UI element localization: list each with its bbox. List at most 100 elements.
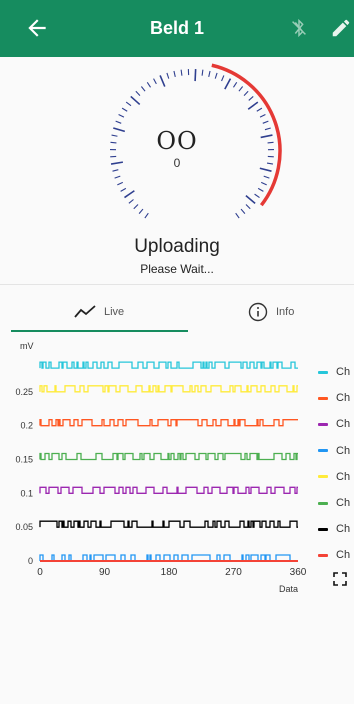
bluetooth-disabled-icon[interactable]: [288, 17, 310, 39]
gauge-tick: [146, 81, 152, 88]
gauge-tick: [263, 175, 270, 179]
y-tick-label: 0.25: [15, 387, 33, 397]
gauge-tick: [130, 95, 141, 106]
gauge-tick: [166, 72, 170, 79]
legend-swatch: [318, 553, 328, 557]
x-tick-label: 180: [161, 567, 178, 578]
gauge-sub-value: 0: [173, 156, 181, 170]
x-tick-label: 360: [290, 567, 307, 578]
gauge-tick: [259, 113, 266, 118]
y-tick-label: 0.15: [15, 455, 33, 465]
legend-item: Ch: [318, 418, 350, 430]
legend-item: Ch: [318, 392, 350, 404]
x-tick-label: 0: [37, 567, 43, 578]
x-axis-title: Data: [279, 584, 298, 594]
legend-label: Ch: [336, 470, 351, 483]
legend-item: Ch: [318, 549, 350, 561]
gauge-tick: [224, 78, 232, 90]
gauge-tick: [138, 208, 144, 215]
series-line: [39, 385, 298, 393]
legend-swatch: [318, 527, 328, 531]
gauge-tick: [221, 75, 225, 82]
gauge-tick: [214, 72, 218, 79]
legend-label: Ch: [336, 523, 351, 536]
x-tick-label: 270: [225, 567, 242, 578]
gauge-tick: [135, 90, 141, 96]
fullscreen-expand-icon[interactable]: [333, 572, 347, 586]
gauge-tick: [117, 181, 124, 186]
gauge-tick: [245, 204, 251, 210]
y-tick-label: 0.05: [15, 522, 33, 532]
upload-status-title: Uploading: [134, 236, 220, 257]
legend-item: Ch: [318, 445, 350, 457]
gauge-tick: [247, 101, 259, 110]
gauge-tick: [153, 78, 157, 85]
gauge-tick: [144, 212, 149, 219]
legend-item: Ch: [318, 497, 350, 509]
legend-swatch: [318, 501, 328, 505]
gauge-tick: [115, 120, 122, 124]
legend-label: Ch: [336, 366, 351, 378]
gauge-value: OO: [156, 127, 198, 155]
y-tick-label: 0.1: [20, 488, 33, 498]
legend-label: Ch: [336, 444, 351, 457]
legend-item: Ch: [318, 366, 350, 378]
gauge-tick: [257, 187, 264, 192]
gauge-tick: [159, 75, 166, 87]
gauge-tick: [243, 90, 249, 96]
gauge-tick: [118, 113, 125, 118]
app-bar: Beld 1: [0, 0, 354, 57]
tab-active-indicator: [11, 330, 188, 332]
tab-live[interactable]: Live: [74, 297, 124, 327]
tab-live-label: Live: [104, 306, 125, 318]
tab-info-label: Info: [276, 306, 295, 318]
tab-info[interactable]: Info: [248, 297, 294, 327]
edit-pencil-icon[interactable]: [330, 17, 352, 39]
gauge-tick: [133, 204, 139, 210]
legend-swatch: [318, 449, 328, 453]
x-tick-label: 90: [99, 567, 111, 578]
gauge-tick: [201, 69, 204, 76]
y-tick-label: 0.2: [20, 421, 33, 431]
gauge-tick: [248, 96, 254, 101]
legend-swatch: [318, 475, 328, 479]
gauge-tick: [238, 86, 244, 92]
gauge-tick: [254, 193, 260, 198]
gauge-tick: [235, 212, 240, 219]
gauge-tick: [194, 69, 197, 82]
gauge-tick: [120, 187, 127, 192]
gauge-tick: [121, 107, 128, 112]
trend-line-icon: [74, 305, 96, 318]
y-axis-unit: mV: [20, 341, 34, 351]
legend-label: Ch: [336, 418, 351, 431]
gauge-tick: [262, 120, 269, 124]
series-line: [39, 419, 298, 427]
legend-label: Ch: [336, 549, 351, 562]
gauge-tick: [125, 101, 132, 107]
series-line: [39, 520, 298, 528]
series-line: [39, 361, 298, 369]
legend-item: Ch: [318, 523, 350, 535]
legend-label: Ch: [336, 392, 351, 405]
gauge-tick: [208, 70, 211, 77]
divider: [0, 284, 354, 285]
legend-item: Ch: [318, 471, 350, 483]
y-tick-label: 0: [28, 556, 33, 566]
upload-status-message: Please Wait...: [140, 262, 214, 276]
legend-label: Ch: [336, 497, 351, 509]
live-chart: mV 0 0.05 0.1 0.15 0.2 0.25 0 90 180 270 360 Data: [15, 341, 307, 594]
gauge-tick: [128, 199, 134, 204]
gauge-tick: [140, 86, 146, 92]
gauge-tick: [114, 175, 121, 179]
gauge-tick: [240, 208, 246, 215]
series-line: [39, 486, 298, 494]
legend-swatch: [318, 396, 328, 400]
gauge-tick: [124, 190, 135, 199]
info-circle-icon: [248, 302, 268, 322]
gauge-tick: [245, 195, 256, 204]
gauge-tick: [256, 107, 263, 112]
legend-swatch: [318, 370, 328, 374]
gauge-tick: [232, 81, 238, 88]
legend-swatch: [318, 422, 328, 426]
gauge-tick: [173, 70, 176, 77]
